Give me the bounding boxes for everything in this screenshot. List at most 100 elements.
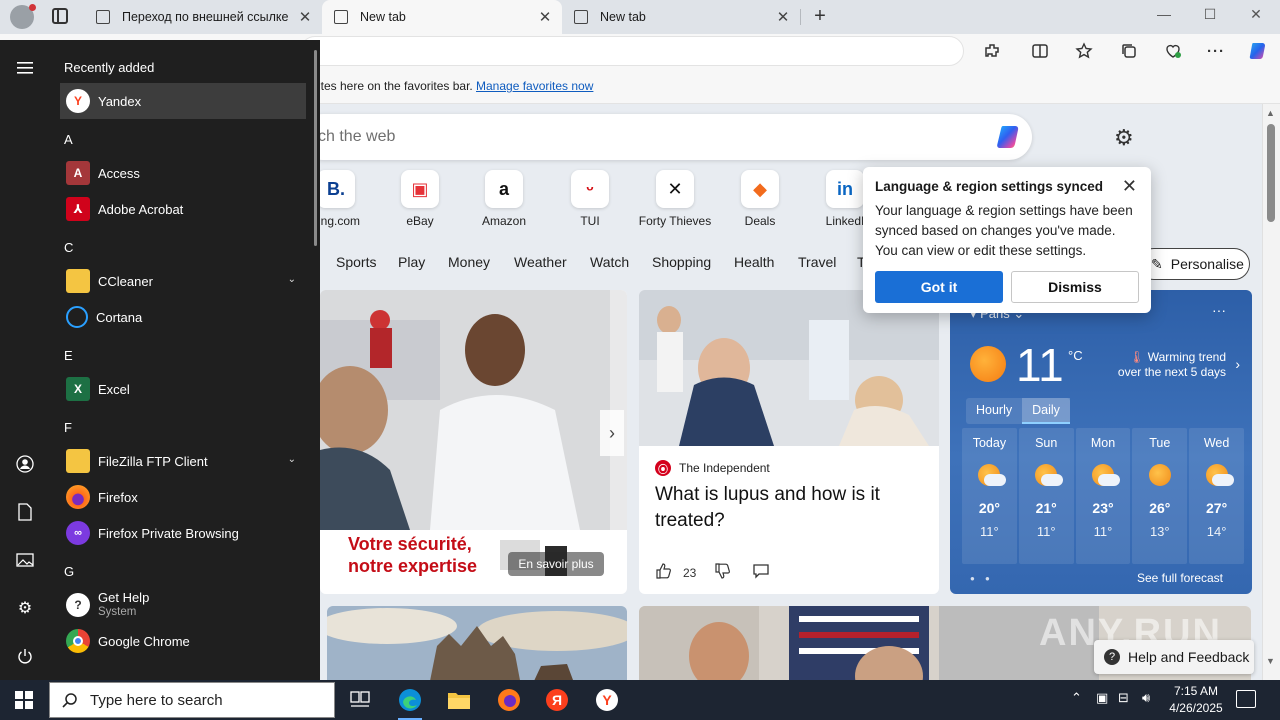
network-icon[interactable]: ⊟ <box>1118 690 1129 706</box>
notification-center-icon[interactable] <box>1236 690 1256 708</box>
forecast-day[interactable]: Tue 26° 13° <box>1132 428 1188 564</box>
app-adobe-acrobat[interactable]: ⅄ Adobe Acrobat <box>60 191 306 227</box>
collections-icon[interactable] <box>1117 39 1141 63</box>
category-shopping[interactable]: Shopping <box>652 254 711 270</box>
tab-actions-icon[interactable] <box>52 8 68 24</box>
extensions-icon[interactable] <box>980 39 1004 63</box>
scroll-up-icon[interactable]: ▲ <box>1266 108 1275 118</box>
app-filezilla-folder[interactable]: FileZilla FTP Client ⌄ <box>60 443 306 479</box>
quick-link-amazon[interactable]: a Amazon <box>464 170 544 228</box>
got-it-button[interactable]: Got it <box>875 271 1003 303</box>
profile-avatar-icon[interactable] <box>10 4 36 29</box>
power-icon[interactable] <box>14 645 36 667</box>
app-excel[interactable]: X Excel <box>60 371 306 407</box>
close-tab-icon[interactable]: ✕ <box>294 8 316 26</box>
windows-start-button[interactable] <box>0 680 48 720</box>
help-feedback-button[interactable]: ? Help and Feedback <box>1094 640 1254 674</box>
weather-card[interactable]: ▾ Paris ⌄ ··· 11 °C 🌡 Warming trend over… <box>950 290 1252 594</box>
chevron-up-icon[interactable]: ⌃ <box>1071 690 1082 706</box>
tab-external-link[interactable]: Переход по внешней ссылке ✕ <box>84 0 322 34</box>
web-search-box[interactable]: ch the web <box>300 114 1032 160</box>
quick-link-deals[interactable]: ◆ Deals <box>720 170 800 228</box>
meet-now-icon[interactable]: ▣ <box>1096 690 1108 706</box>
forecast-day[interactable]: Today 20° 11° <box>962 428 1017 564</box>
maximize-button[interactable]: ☐ <box>1197 6 1223 26</box>
close-tab-icon[interactable]: ✕ <box>772 8 794 26</box>
settings-gear-icon[interactable]: ⚙ <box>14 597 36 619</box>
section-letter-e[interactable]: E <box>64 348 73 363</box>
category-travel[interactable]: Travel <box>798 254 836 270</box>
category-watch[interactable]: Watch <box>590 254 629 270</box>
hamburger-menu-icon[interactable] <box>14 57 36 79</box>
system-clock[interactable]: 7:15 AM 4/26/2025 <box>1160 683 1232 717</box>
quick-link-ebay[interactable]: ▣ eBay <box>380 170 460 228</box>
new-tab-button[interactable]: + <box>809 4 831 28</box>
volume-icon[interactable]: 🔊︎ <box>1142 690 1150 706</box>
address-bar[interactable] <box>300 36 964 66</box>
user-account-icon[interactable] <box>14 453 36 475</box>
close-icon[interactable]: ✕ <box>1122 176 1137 197</box>
app-firefox[interactable]: Firefox <box>60 479 306 515</box>
taskbar-search-box[interactable]: Type here to search <box>49 682 335 718</box>
app-google-chrome[interactable]: Google Chrome <box>60 623 306 659</box>
forecast-day[interactable]: Mon 23° 11° <box>1075 428 1131 564</box>
split-screen-icon[interactable] <box>1028 39 1052 63</box>
manage-favorites-link[interactable]: Manage favorites now <box>476 79 593 93</box>
castle-image-card[interactable] <box>327 606 627 680</box>
temperature-unit[interactable]: °C <box>1068 348 1083 363</box>
close-window-button[interactable]: ✕ <box>1243 6 1269 26</box>
section-letter-c[interactable]: C <box>64 240 73 255</box>
copilot-search-icon[interactable] <box>994 122 1024 152</box>
hourly-tab[interactable]: Hourly <box>966 398 1022 424</box>
category-health[interactable]: Health <box>734 254 774 270</box>
category-weather[interactable]: Weather <box>514 254 567 270</box>
app-ccleaner-folder[interactable]: CCleaner ⌄ <box>60 263 306 299</box>
forecast-day[interactable]: Wed 27° 14° <box>1189 428 1244 564</box>
app-yandex[interactable]: Y Yandex <box>60 83 306 119</box>
copilot-icon[interactable] <box>1246 39 1270 63</box>
chevron-right-icon[interactable]: › <box>1235 356 1240 372</box>
quick-link-forty-thieves[interactable]: ✕ Forty Thieves <box>635 170 715 228</box>
news-card[interactable]: ⦿ The Independent What is lupus and how … <box>639 290 939 594</box>
comment-icon[interactable] <box>752 562 770 583</box>
pictures-icon[interactable] <box>14 549 36 571</box>
quick-link-tui[interactable]: ᵕ TUI <box>550 170 630 228</box>
yandex-browser-taskbar-icon[interactable]: Я <box>541 684 573 716</box>
section-letter-g[interactable]: G <box>64 564 74 579</box>
category-play[interactable]: Play <box>398 254 425 270</box>
app-firefox-private[interactable]: ∞ Firefox Private Browsing <box>60 515 306 551</box>
carousel-dots[interactable]: ● ● <box>970 574 994 583</box>
documents-icon[interactable] <box>14 501 36 523</box>
dismiss-button[interactable]: Dismiss <box>1011 271 1139 303</box>
browser-essentials-icon[interactable] <box>1161 39 1185 63</box>
scrollbar-thumb[interactable] <box>1267 124 1275 222</box>
forecast-day[interactable]: Sun 21° 11° <box>1018 428 1074 564</box>
carousel-next-arrow-icon[interactable]: › <box>600 410 624 456</box>
tab-new-tab-active[interactable]: New tab ✕ <box>322 0 562 34</box>
start-menu-scrollbar[interactable] <box>314 50 317 246</box>
minimize-button[interactable]: — <box>1151 6 1177 26</box>
chevron-down-icon[interactable]: ⌄ <box>288 454 296 465</box>
category-money[interactable]: Money <box>448 254 490 270</box>
yandex-taskbar-icon[interactable]: Y <box>591 684 623 716</box>
category-sports[interactable]: Sports <box>336 254 376 270</box>
page-settings-gear-icon[interactable]: ⚙ <box>1114 125 1134 151</box>
ad-hero-card[interactable]: Votre sécurité, notre expertise › En sav… <box>320 290 627 594</box>
favorites-star-icon[interactable] <box>1072 39 1096 63</box>
weather-trend[interactable]: 🌡 Warming trend over the next 5 days <box>1110 350 1226 380</box>
file-explorer-icon[interactable] <box>443 684 475 716</box>
app-get-help[interactable]: ? Get Help System <box>60 587 306 623</box>
news-headline[interactable]: What is lupus and how is it treated? <box>655 482 925 534</box>
daily-tab[interactable]: Daily <box>1022 398 1070 424</box>
close-tab-icon[interactable]: ✕ <box>534 8 556 26</box>
thumbs-up-icon[interactable] <box>655 562 673 583</box>
task-view-icon[interactable] <box>344 684 376 716</box>
app-cortana[interactable]: Cortana <box>60 299 306 335</box>
weather-more-icon[interactable]: ··· <box>1212 302 1226 318</box>
ad-cta-button[interactable]: En savoir plus <box>508 552 604 576</box>
see-full-forecast-link[interactable]: See full forecast <box>1126 568 1234 588</box>
personalise-button[interactable]: ✎ Personalise <box>1138 248 1250 280</box>
tab-new-tab[interactable]: New tab ✕ <box>562 0 800 34</box>
section-letter-a[interactable]: A <box>64 132 73 147</box>
firefox-taskbar-icon[interactable] <box>493 684 525 716</box>
